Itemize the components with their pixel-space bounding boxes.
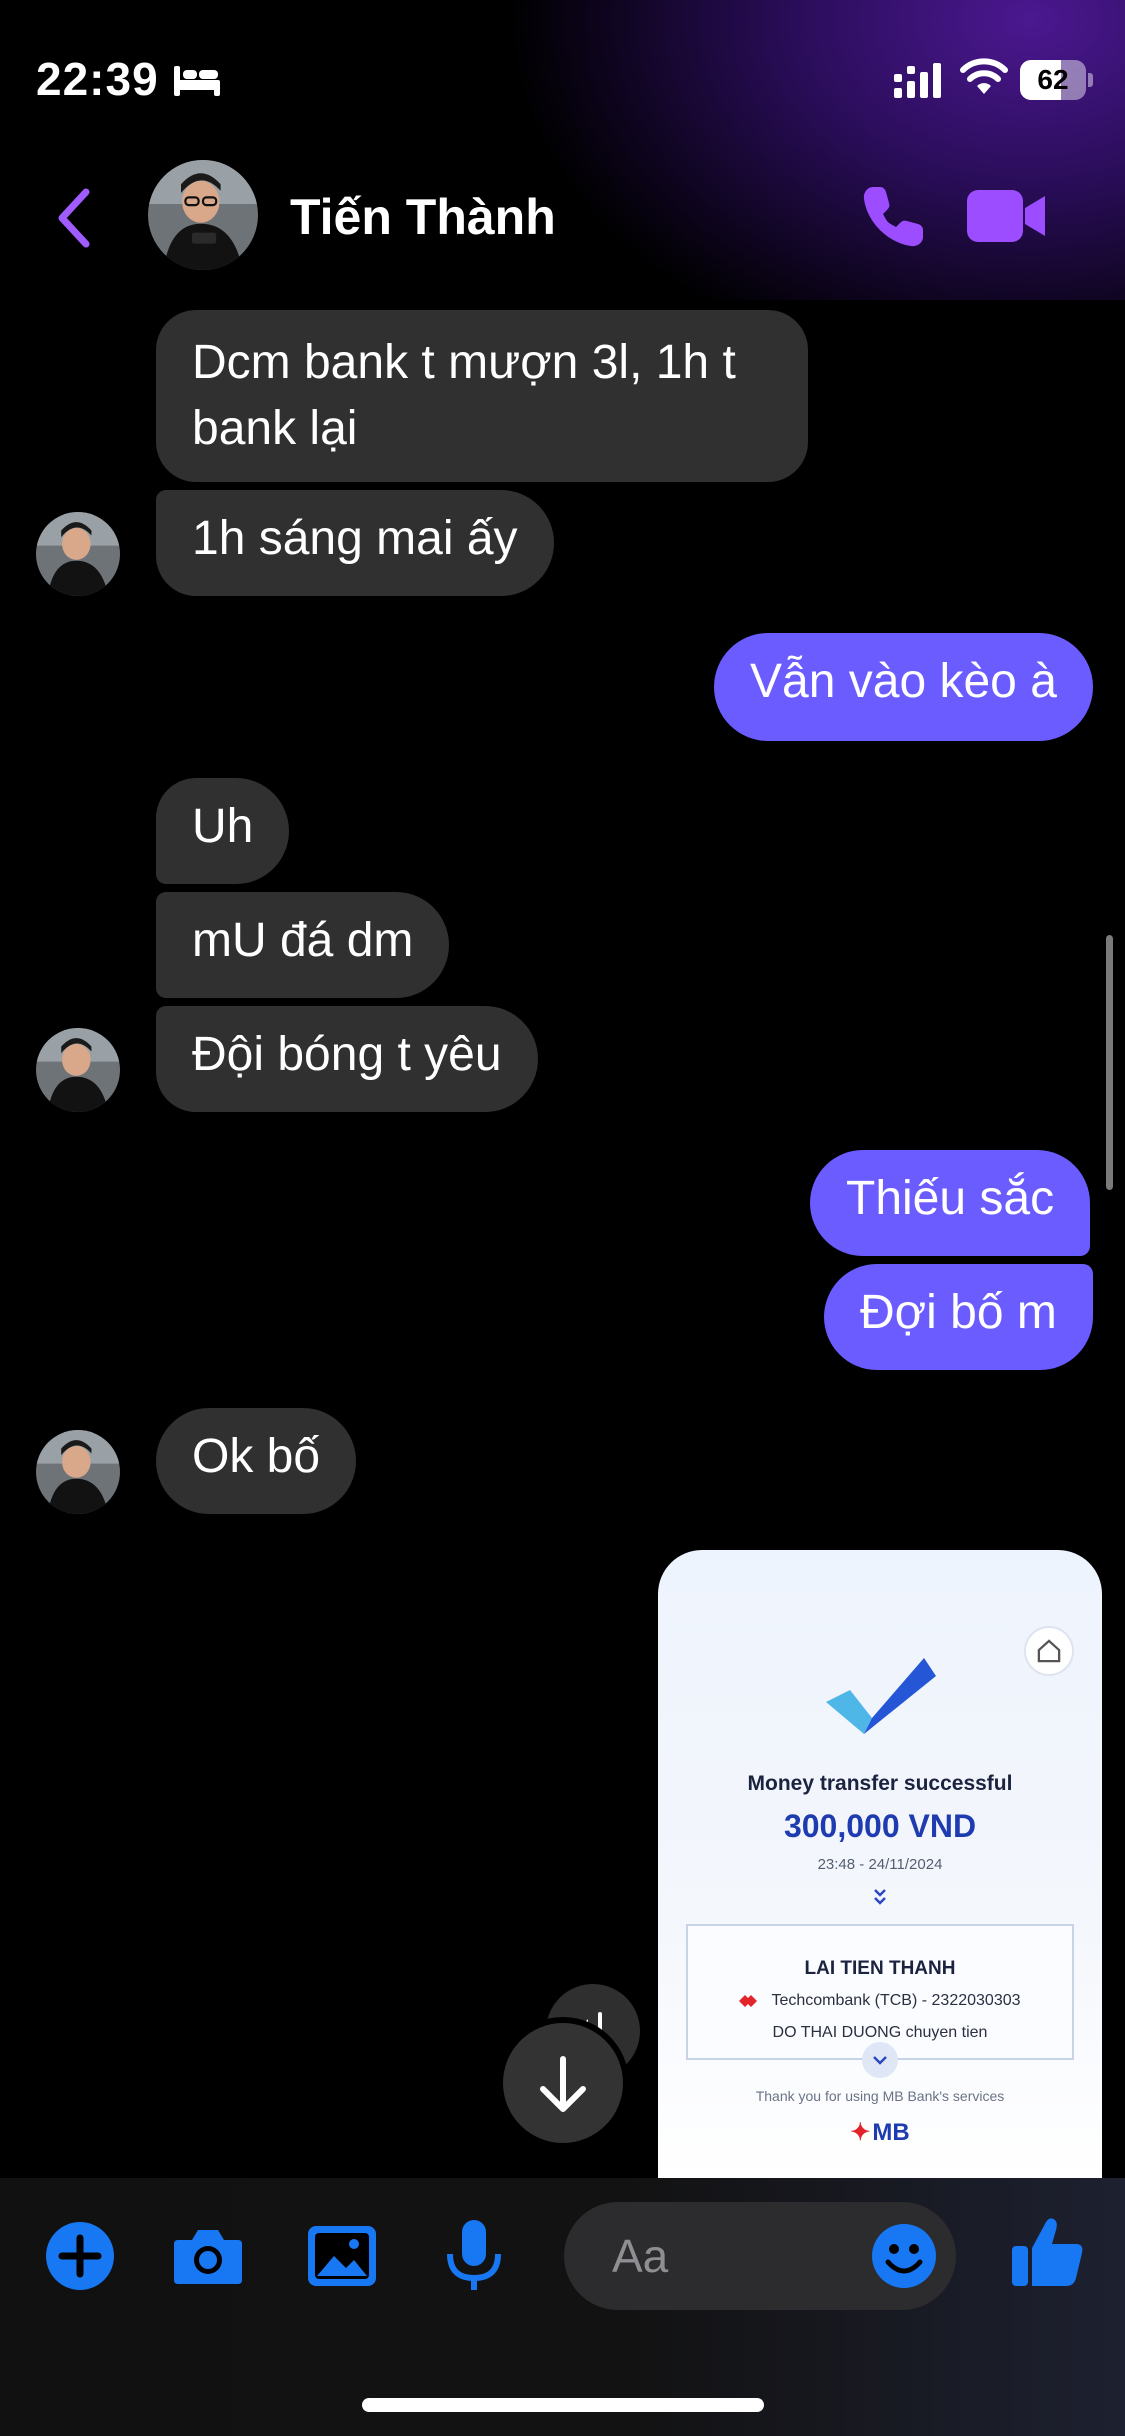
emoji-icon[interactable] [870, 2222, 938, 2290]
message-input[interactable]: Aa [564, 2202, 956, 2310]
recipient-bank-text: Techcombank (TCB) - 2322030303 [771, 1992, 1021, 2009]
bed-icon [174, 66, 220, 96]
expand-chevron-icon [862, 2042, 898, 2078]
message-text: Dcm bank t mượn 3l, 1h t [192, 336, 736, 389]
message-text: Đội bóng t yêu [192, 1028, 502, 1081]
message-outgoing[interactable]: Đợi bố m [824, 1264, 1093, 1370]
contact-avatar[interactable] [148, 160, 258, 270]
like-icon[interactable] [1010, 2214, 1086, 2290]
gallery-icon[interactable] [304, 2218, 380, 2294]
recipient-name: LAI TIEN THANH [804, 1958, 956, 1979]
status-bar: 22:39 62 [0, 0, 1125, 160]
home-indicator[interactable] [362, 2398, 764, 2412]
call-icon[interactable] [858, 182, 928, 252]
message-incoming[interactable]: Đội bóng t yêu [156, 1006, 538, 1112]
transfer-amount: 300,000 VND [783, 1808, 977, 1844]
recipient-bank: Techcombank (TCB) - 2322030303 [688, 1992, 1072, 2010]
plus-icon[interactable] [42, 2218, 118, 2294]
mic-icon[interactable] [436, 2218, 512, 2294]
conversation-header: Tiến Thành [0, 160, 1125, 280]
message-text: mU đá dm [192, 914, 414, 967]
thanks-text: Thank you for using MB Bank's services [755, 2088, 1005, 2104]
back-icon[interactable] [52, 186, 96, 250]
wifi-icon [960, 58, 1008, 94]
status-time: 22:39 [36, 53, 159, 105]
home-icon [1024, 1626, 1074, 1676]
message-incoming[interactable]: Ok bố [156, 1408, 357, 1514]
techcombank-icon [739, 1994, 758, 2007]
video-icon[interactable] [965, 186, 1049, 246]
transfer-datetime: 23:48 - 24/11/2024 [817, 1856, 943, 1873]
mb-logo-text: MB [872, 2119, 910, 2146]
message-text: Thiếu sắc [846, 1172, 1055, 1225]
checkmark-icon [826, 1658, 936, 1734]
message-outgoing[interactable]: Vẫn vào kèo à [714, 633, 1093, 741]
signal-icon [894, 63, 941, 98]
message-incoming[interactable]: mU đá dm [156, 892, 450, 998]
message-text: 1h sáng mai ấy [192, 512, 518, 565]
message-input-placeholder: Aa [612, 2230, 669, 2282]
message-outgoing[interactable]: Thiếu sắc [810, 1150, 1091, 1256]
double-chevron-icon [874, 1889, 886, 1905]
message-text: Uh [192, 800, 254, 853]
battery-percent: 62 [1037, 64, 1069, 95]
message-incoming[interactable]: Dcm bank t mượn 3l, 1h t bank lại [156, 310, 808, 482]
arrow-down-icon [540, 2056, 586, 2112]
message-incoming[interactable]: Uh [156, 778, 290, 884]
contact-name[interactable]: Tiến Thành [290, 188, 556, 246]
message-text: Ok bố [192, 1430, 321, 1483]
scrollbar[interactable] [1106, 935, 1113, 1190]
sender-avatar[interactable] [36, 512, 120, 596]
transfer-note: DO THAI DUONG chuyen tien [772, 2024, 988, 2041]
image-message-transfer-receipt[interactable]: Money transfer successful 300,000 VND 23… [658, 1550, 1102, 2180]
recipient-card: LAI TIEN THANH Techcombank (TCB) - 23220… [686, 1924, 1074, 2060]
message-incoming[interactable]: 1h sáng mai ấy [156, 490, 554, 596]
message-text: Đợi bố m [860, 1286, 1057, 1339]
sender-avatar[interactable] [36, 1028, 120, 1112]
transfer-status: Money transfer successful [747, 1772, 1013, 1795]
message-text: Vẫn vào kèo à [750, 655, 1057, 708]
mb-logo: ✦MB [850, 2119, 910, 2146]
battery-indicator: 62 [1020, 60, 1094, 100]
message-text: bank lại [192, 402, 358, 455]
scroll-to-bottom-button[interactable] [503, 2023, 623, 2143]
sender-avatar[interactable] [36, 1430, 120, 1514]
camera-icon[interactable] [170, 2218, 246, 2294]
